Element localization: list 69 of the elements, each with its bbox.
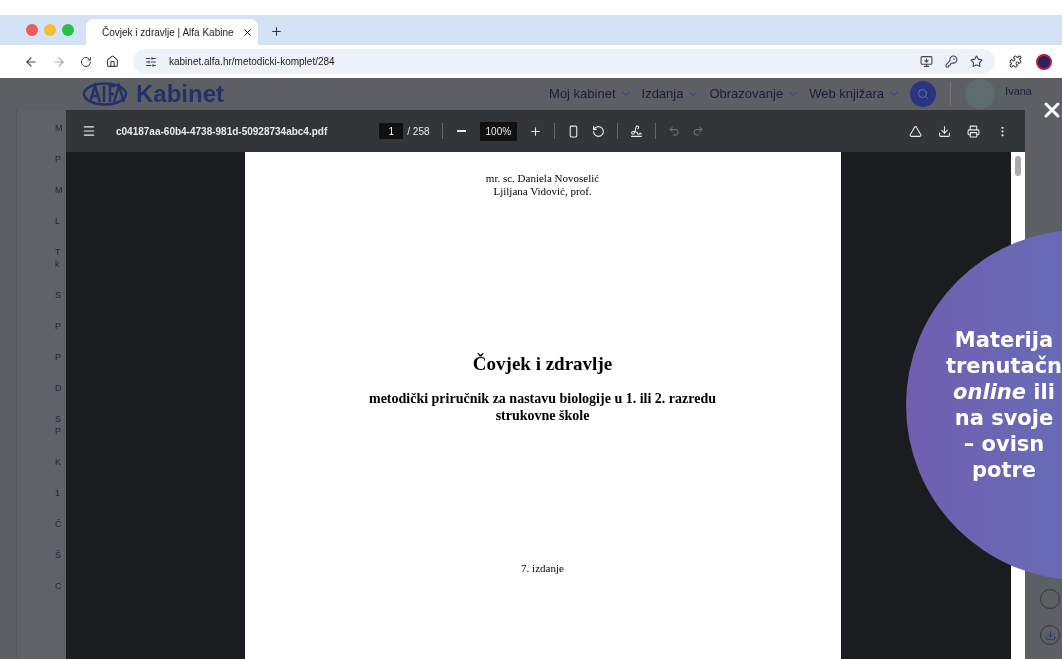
minus-icon (456, 130, 466, 132)
page-number-field[interactable]: 1 (379, 123, 404, 139)
undo-icon (668, 125, 681, 137)
zoom-level: 100% (479, 121, 518, 141)
home-button[interactable] (106, 55, 119, 68)
extensions-button[interactable] (1009, 55, 1022, 68)
site-info-icon[interactable] (145, 55, 157, 68)
user-name[interactable]: Ivana (1005, 83, 1032, 100)
download-button[interactable] (938, 124, 951, 138)
menu-button[interactable] (82, 124, 96, 138)
bookmark-star-icon[interactable] (970, 55, 983, 68)
sidebar-item[interactable]: M (55, 122, 66, 134)
author-name: mr. sc. Daniela Novoselić (485, 172, 600, 185)
address-bar[interactable]: kabinet.alfa.hr/metodicki-komplet/284 (133, 49, 995, 74)
close-tab-icon[interactable] (241, 26, 253, 38)
triangle-icon (909, 124, 922, 138)
nav-menu[interactable]: Web knjižara (809, 84, 901, 104)
sidebar-item[interactable]: P (55, 351, 66, 363)
rotate-icon (592, 124, 606, 138)
plus-icon (529, 124, 543, 138)
download-icon (938, 124, 951, 138)
book-subtitle: metodički priručnik za nastavu biologije u 1. ili 2. razredu strukovne škole (368, 389, 717, 424)
page-count: / 258 (407, 124, 430, 139)
printer-icon (967, 124, 980, 138)
print-button[interactable] (967, 124, 980, 138)
zoom-in-button[interactable] (529, 124, 543, 138)
install-app-icon[interactable] (920, 55, 933, 68)
sidebar-item[interactable]: 1 (55, 487, 66, 499)
new-tab-icon[interactable] (270, 25, 283, 38)
tab-title: Čovjek i zdravlje | Alfa Kabine (102, 25, 234, 40)
promo-text: Materija (954, 327, 1054, 353)
redo-button[interactable] (692, 125, 705, 137)
sidebar-item[interactable]: D (55, 382, 66, 394)
nav-menu[interactable]: Izdanja (641, 84, 700, 104)
author-name: Ljiljana Vidović, prof. (493, 185, 592, 198)
nav-menu[interactable]: Obrazovanje (709, 84, 800, 104)
key-icon[interactable] (945, 55, 958, 68)
promo-text: – ovisn (963, 431, 1045, 457)
promo-text: na svoje (954, 405, 1054, 431)
scrollbar-thumb[interactable] (1015, 156, 1021, 176)
reload-icon (80, 55, 92, 68)
book-title: Čovjek i zdravlje (472, 352, 613, 376)
promo-text: potre (971, 457, 1037, 483)
promo-text: trenutačn (945, 353, 1062, 379)
url-text: kabinet.alfa.hr/metodicki-komplet/284 (169, 55, 335, 69)
sidebar-item[interactable]: P (55, 320, 66, 332)
drive-button[interactable] (909, 124, 922, 138)
nav-menu[interactable]: Moj kabinet (549, 84, 632, 104)
sidebar-item[interactable]: M (55, 184, 66, 196)
sidebar-item[interactable]: P (55, 153, 66, 165)
menu-icon (82, 124, 96, 138)
edition-text: 7. izdanje (521, 560, 564, 576)
site-logo-text[interactable]: Kabinet (136, 76, 224, 112)
annotate-button[interactable] (630, 124, 644, 138)
reload-button[interactable] (80, 55, 92, 68)
browser-tab[interactable]: Čovjek i zdravlje | Alfa Kabine (86, 19, 258, 45)
redo-icon (692, 125, 705, 137)
pen-icon (630, 124, 644, 138)
home-icon (106, 55, 119, 68)
undo-button[interactable] (668, 125, 681, 137)
search-icon (917, 88, 930, 100)
arrow-right-icon (52, 54, 66, 69)
sidebar-item[interactable]: L (55, 215, 66, 227)
profile-avatar[interactable] (1036, 53, 1052, 70)
file-name: c04187aa-60b4-4738-981d-50928734abc4.pdf (116, 124, 328, 139)
promo-text: online ili (953, 379, 1055, 405)
rotate-button[interactable] (592, 124, 606, 138)
back-button[interactable] (24, 54, 38, 69)
puzzle-icon (1009, 55, 1022, 68)
